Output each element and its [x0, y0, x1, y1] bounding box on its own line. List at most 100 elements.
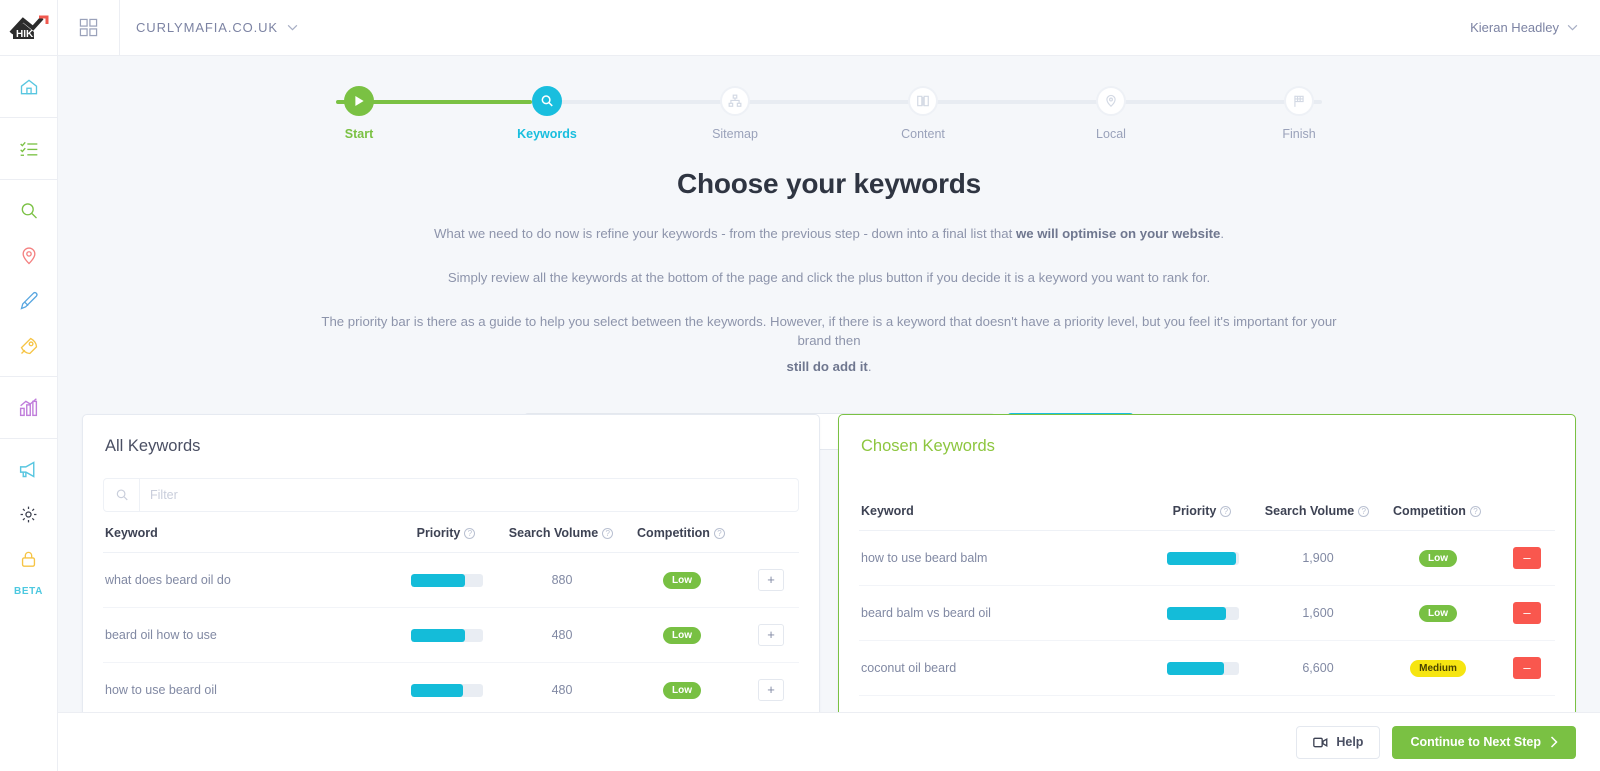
cell-competition: Medium	[1377, 640, 1497, 696]
add-keyword-row-button[interactable]: +	[758, 624, 784, 646]
continue-button[interactable]: Continue to Next Step	[1392, 725, 1576, 759]
intro-p3-still: still do add it.	[314, 357, 1344, 377]
step-content[interactable]: Content	[878, 80, 968, 141]
filter-search-icon-wrap	[104, 479, 140, 511]
intro-paragraph-3: The priority bar is there as a guide to …	[314, 312, 1344, 377]
step-sitemap-label: Sitemap	[712, 127, 758, 141]
help-icon[interactable]: ?	[602, 528, 614, 539]
cell-search-volume: 880	[501, 552, 621, 608]
priority-bar	[411, 683, 483, 697]
stepper-steps: Start Keywords Sitemap Content Local Fin…	[314, 80, 1344, 141]
priority-bar-fill	[411, 628, 465, 642]
cell-search-volume: 480	[501, 607, 621, 663]
app-logo[interactable]: HIKE	[0, 0, 58, 56]
chosen-keywords-thead: Keyword Priority? Search Volume? Competi…	[859, 490, 1555, 531]
filter-input[interactable]	[140, 479, 798, 511]
table-row[interactable]: how to use beard balm 1,900 Low –	[859, 530, 1555, 586]
help-icon[interactable]: ?	[1358, 506, 1370, 517]
rocket-icon	[20, 337, 37, 354]
intro-paragraph-1: What we need to do now is refine your ke…	[314, 224, 1344, 244]
continue-button-label: Continue to Next Step	[1410, 735, 1541, 749]
rail-group-3	[0, 180, 58, 377]
step-local-bubble	[1096, 86, 1126, 116]
step-start[interactable]: Start	[314, 80, 404, 141]
step-local-label: Local	[1096, 127, 1126, 141]
intro-p1-a: What we need to do now is refine your ke…	[433, 226, 1016, 241]
col-competition: Competition?	[1377, 490, 1497, 531]
sidebar-item-tasks[interactable]	[0, 126, 58, 171]
col-keyword: Keyword	[859, 490, 1147, 531]
step-local[interactable]: Local	[1066, 80, 1156, 141]
sidebar-item-marketing[interactable]	[0, 447, 58, 492]
user-menu[interactable]: Kieran Headley	[1470, 20, 1600, 35]
cell-priority	[391, 662, 501, 718]
priority-bar	[1167, 606, 1239, 620]
add-keyword-row-button[interactable]: +	[758, 569, 784, 591]
help-icon[interactable]: ?	[1220, 506, 1232, 517]
priority-bar-fill	[411, 573, 465, 587]
all-keywords-header-row: Keyword Priority? Search Volume? Competi…	[103, 512, 799, 553]
help-icon[interactable]: ?	[464, 528, 476, 539]
col-priority: Priority?	[391, 512, 501, 553]
help-icon[interactable]: ?	[1469, 506, 1481, 517]
sidebar-item-content[interactable]	[0, 278, 58, 323]
sidebar-item-security[interactable]	[0, 537, 58, 582]
cell-keyword: how to use beard balm	[859, 530, 1147, 586]
table-row[interactable]: beard oil how to use 480 Low +	[103, 607, 799, 663]
cell-keyword: how to use beard oil	[103, 662, 391, 718]
priority-bar-fill	[1167, 551, 1237, 565]
chevron-down-icon	[1567, 24, 1578, 31]
site-selector[interactable]: CURLYMAFIA.CO.UK	[120, 20, 298, 35]
table-row[interactable]: what does beard oil do 880 Low +	[103, 552, 799, 608]
svg-text:HIKE: HIKE	[16, 29, 40, 40]
col-volume-label: Search Volume	[508, 526, 599, 540]
intro-p3-c: .	[867, 359, 872, 375]
table-row[interactable]: coconut oil beard 6,600 Medium –	[859, 640, 1555, 696]
col-competition: Competition?	[621, 512, 741, 553]
rail-group-5: BETA	[0, 439, 58, 615]
cell-action: –	[1497, 585, 1555, 641]
add-keyword-row-button[interactable]: +	[758, 679, 784, 701]
chevron-down-icon	[287, 24, 298, 31]
all-keywords-thead: Keyword Priority? Search Volume? Competi…	[103, 512, 799, 553]
intro-block: Choose your keywords What we need to do …	[314, 168, 1344, 377]
help-icon[interactable]: ?	[713, 528, 725, 539]
sidebar-item-home[interactable]	[0, 64, 58, 109]
priority-bar	[1167, 661, 1239, 675]
cell-keyword: beard oil how to use	[103, 607, 391, 663]
remove-keyword-row-button[interactable]: –	[1513, 657, 1541, 679]
sidebar-item-local[interactable]	[0, 233, 58, 278]
col-keyword-label: Keyword	[105, 526, 158, 540]
step-start-label: Start	[344, 127, 374, 141]
remove-keyword-row-button[interactable]: –	[1513, 602, 1541, 624]
user-name-label: Kieran Headley	[1470, 20, 1559, 35]
step-keywords[interactable]: Keywords	[502, 80, 592, 141]
left-nav-rail: HIKE BETA	[0, 0, 58, 771]
apps-grid-button[interactable]	[58, 0, 120, 56]
step-finish-label: Finish	[1282, 127, 1316, 141]
cell-keyword: coconut oil beard	[859, 640, 1147, 696]
sidebar-item-reports[interactable]	[0, 385, 58, 430]
table-row[interactable]: beard balm vs beard oil 1,600 Low –	[859, 585, 1555, 641]
sidebar-item-launch[interactable]	[0, 323, 58, 368]
step-start-bubble	[344, 86, 374, 116]
col-priority-label: Priority	[1172, 504, 1217, 518]
competition-badge: Low	[663, 571, 701, 589]
intro-p3-a: The priority bar is there as a guide to …	[321, 313, 1337, 349]
cell-priority	[1147, 640, 1257, 696]
remove-keyword-row-button[interactable]: –	[1513, 547, 1541, 569]
home-icon	[20, 78, 37, 94]
help-button[interactable]: Help	[1296, 725, 1381, 759]
col-actions	[741, 512, 799, 553]
table-row[interactable]: how to use beard oil 480 Low +	[103, 662, 799, 718]
intro-paragraph-2: Simply review all the keywords at the bo…	[447, 269, 1211, 285]
priority-bar	[1167, 551, 1239, 565]
competition-badge: Low	[1419, 604, 1457, 622]
cell-action: –	[1497, 530, 1555, 586]
competition-badge: Low	[663, 626, 701, 644]
sidebar-item-keywords[interactable]	[0, 188, 58, 233]
step-finish[interactable]: Finish	[1254, 80, 1344, 141]
sidebar-item-settings[interactable]	[0, 492, 58, 537]
video-camera-icon	[1313, 737, 1328, 747]
step-sitemap[interactable]: Sitemap	[690, 80, 780, 141]
